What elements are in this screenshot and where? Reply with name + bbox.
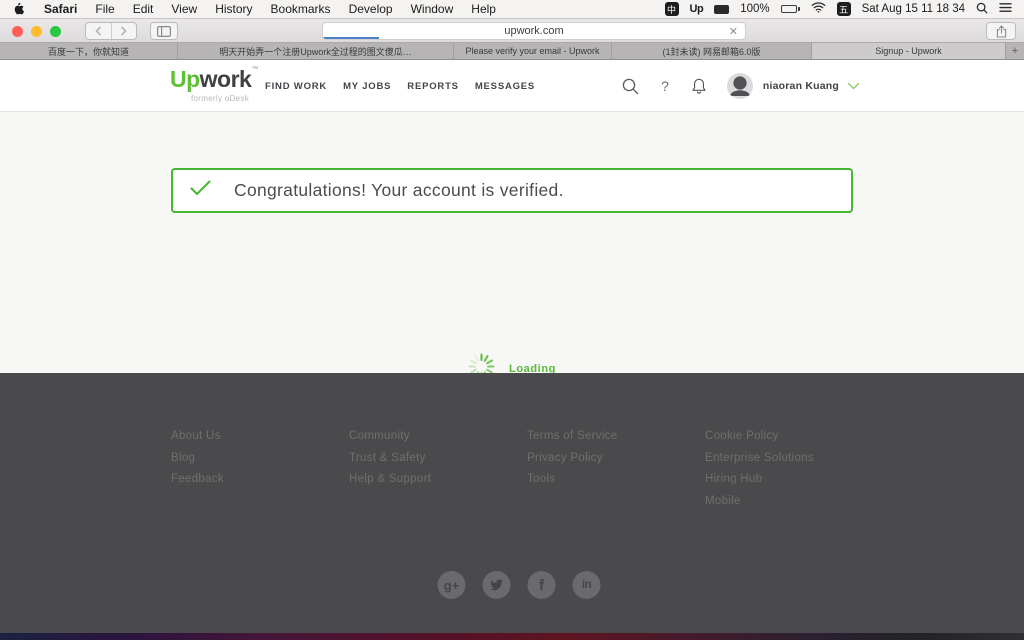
- window-controls: [12, 26, 61, 37]
- menubar-clock[interactable]: Sat Aug 15 11 18 34: [862, 3, 965, 15]
- footer-link-hiring-hub[interactable]: Hiring Hub: [705, 474, 883, 486]
- site-header: Upwork™ formerly oDesk FIND WORK MY JOBS…: [0, 60, 1024, 112]
- menu-bookmarks[interactable]: Bookmarks: [271, 2, 331, 16]
- menu-help[interactable]: Help: [471, 2, 496, 16]
- footer-column-community: Community Trust & Safety Help & Support: [349, 431, 527, 517]
- footer-link-cookie-policy[interactable]: Cookie Policy: [705, 431, 883, 443]
- footer-link-columns: About Us Blog Feedback Community Trust &…: [171, 431, 883, 517]
- footer-link-mobile[interactable]: Mobile: [705, 496, 883, 508]
- footer-link-about-us[interactable]: About Us: [171, 431, 349, 443]
- chevron-down-icon[interactable]: [847, 77, 860, 95]
- menu-develop[interactable]: Develop: [349, 2, 393, 16]
- ime-wubi-icon[interactable]: 五: [837, 2, 851, 16]
- footer-column-company: About Us Blog Feedback: [171, 431, 349, 517]
- tab-baidu[interactable]: 百度一下，你就知道: [0, 43, 178, 59]
- spotlight-search-icon[interactable]: [976, 2, 988, 17]
- menubar-app-name[interactable]: Safari: [44, 2, 77, 16]
- search-icon[interactable]: [622, 78, 639, 95]
- header-right-area: ? niaoran Kuang: [622, 60, 860, 112]
- nav-messages[interactable]: MESSAGES: [475, 81, 535, 92]
- footer-column-more: Cookie Policy Enterprise Solutions Hirin…: [705, 431, 883, 517]
- forward-button[interactable]: [112, 23, 137, 39]
- tab-netease-mail[interactable]: (1封未读) 网易邮箱6.0版: [612, 43, 812, 59]
- facebook-icon[interactable]: f: [528, 571, 556, 599]
- nav-find-work[interactable]: FIND WORK: [265, 81, 327, 92]
- check-icon: [190, 180, 211, 201]
- menu-edit[interactable]: Edit: [133, 2, 154, 16]
- footer-link-trust-safety[interactable]: Trust & Safety: [349, 453, 527, 465]
- twitter-icon[interactable]: [483, 571, 511, 599]
- history-nav-buttons: [85, 22, 137, 40]
- avatar[interactable]: [727, 73, 753, 99]
- battery-icon[interactable]: [781, 5, 800, 13]
- google-plus-icon[interactable]: g+: [438, 571, 466, 599]
- battery-percent: 100%: [740, 3, 769, 15]
- footer-link-enterprise[interactable]: Enterprise Solutions: [705, 453, 883, 465]
- footer-link-feedback[interactable]: Feedback: [171, 474, 349, 486]
- macos-menubar: Safari File Edit View History Bookmarks …: [0, 0, 1024, 19]
- page-main: Congratulations! Your account is verifie…: [0, 112, 1024, 373]
- menubar-status-area: 中 Up 100% 五 Sat Aug 15 11 18 34: [665, 2, 1012, 17]
- nav-my-jobs[interactable]: MY JOBS: [343, 81, 391, 92]
- back-button[interactable]: [86, 23, 112, 39]
- browser-toolbar: upwork.com ✕: [0, 19, 1024, 43]
- address-bar-url: upwork.com: [504, 25, 563, 37]
- sidebar-toggle-button[interactable]: [150, 22, 178, 40]
- footer-link-terms[interactable]: Terms of Service: [527, 431, 705, 443]
- menu-history[interactable]: History: [215, 2, 252, 16]
- menu-window[interactable]: Window: [411, 2, 454, 16]
- upwork-logo[interactable]: Upwork™: [170, 66, 258, 93]
- menu-file[interactable]: File: [95, 2, 114, 16]
- share-button[interactable]: [986, 22, 1016, 40]
- apple-menu-icon[interactable]: [14, 2, 26, 16]
- footer-column-legal: Terms of Service Privacy Policy Tools: [527, 431, 705, 517]
- social-icons-row: g+ f in: [438, 571, 601, 599]
- stop-loading-icon[interactable]: ✕: [729, 25, 738, 38]
- minimize-window-button[interactable]: [31, 26, 42, 37]
- site-footer: About Us Blog Feedback Community Trust &…: [0, 373, 1024, 633]
- upwork-menubar-icon[interactable]: Up: [690, 3, 704, 15]
- notification-center-icon[interactable]: [999, 2, 1012, 16]
- site-nav: FIND WORK MY JOBS REPORTS MESSAGES: [265, 60, 535, 112]
- success-alert: Congratulations! Your account is verifie…: [171, 168, 853, 213]
- tab-verify-email[interactable]: Please verify your email - Upwork: [454, 43, 612, 59]
- new-tab-button[interactable]: +: [1006, 43, 1024, 59]
- status-widget-icon[interactable]: [714, 5, 729, 14]
- ime-pinyin-icon[interactable]: 中: [665, 2, 679, 16]
- menu-view[interactable]: View: [171, 2, 197, 16]
- zoom-window-button[interactable]: [50, 26, 61, 37]
- help-icon[interactable]: ?: [661, 78, 669, 94]
- user-name[interactable]: niaoran Kuang: [763, 80, 839, 92]
- wifi-icon[interactable]: [811, 2, 826, 16]
- tab-signup-upwork-active[interactable]: Signup - Upwork: [812, 43, 1006, 59]
- nav-reports[interactable]: REPORTS: [407, 81, 459, 92]
- alert-message: Congratulations! Your account is verifie…: [234, 180, 564, 201]
- footer-link-tools[interactable]: Tools: [527, 474, 705, 486]
- logo-tagline: formerly oDesk: [191, 94, 249, 103]
- footer-link-help-support[interactable]: Help & Support: [349, 474, 527, 486]
- notifications-bell-icon[interactable]: [691, 77, 707, 95]
- desktop-wallpaper-strip: [0, 633, 1024, 640]
- footer-link-community[interactable]: Community: [349, 431, 527, 443]
- linkedin-icon[interactable]: in: [573, 571, 601, 599]
- page-load-progress: [323, 37, 379, 40]
- footer-link-blog[interactable]: Blog: [171, 453, 349, 465]
- close-window-button[interactable]: [12, 26, 23, 37]
- screen: Safari File Edit View History Bookmarks …: [0, 0, 1024, 640]
- footer-link-privacy[interactable]: Privacy Policy: [527, 453, 705, 465]
- tab-bar: 百度一下，你就知道 明天开始弄一个注册Upwork全过程的图文傻瓜… Pleas…: [0, 43, 1024, 60]
- address-bar[interactable]: upwork.com ✕: [322, 22, 746, 40]
- tab-upwork-tutorial[interactable]: 明天开始弄一个注册Upwork全过程的图文傻瓜…: [178, 43, 454, 59]
